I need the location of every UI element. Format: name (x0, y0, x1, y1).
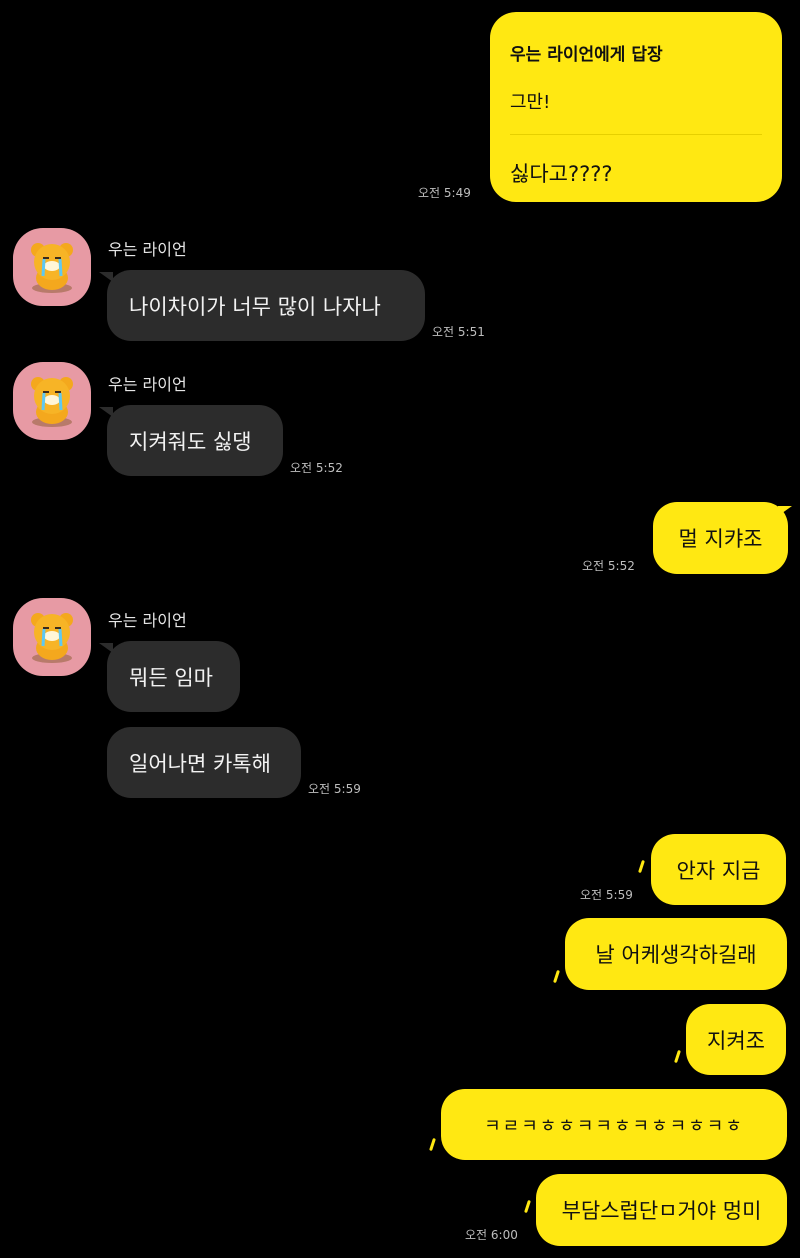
sender-name: 우는 라이언 (108, 375, 187, 394)
crying-ryan-avatar-icon[interactable] (13, 598, 91, 676)
sender-name: 우는 라이언 (108, 240, 187, 259)
sent-message-bubble[interactable]: 부담스럽단ㅁ거야 멍미 (536, 1174, 787, 1246)
doodle-mark (553, 969, 560, 984)
message-time: 오전 5:52 (290, 461, 343, 475)
sent-message-bubble[interactable]: ㅋㄹㅋㅎㅎㅋㅋㅎㅋㅎㅋㅎㅋㅎ (441, 1089, 787, 1160)
message-time: 오전 5:59 (308, 782, 361, 796)
doodle-mark (638, 859, 645, 874)
message-time: 오전 5:51 (432, 325, 485, 339)
ryan-face (31, 377, 73, 427)
sent-message-bubble[interactable]: 안자 지금 (651, 834, 786, 905)
doodle-mark (429, 1137, 436, 1152)
sent-message-bubble[interactable]: 멀 지캬조 (653, 502, 788, 574)
reply-header: 우는 라이언에게 답장 (510, 45, 663, 65)
received-message-bubble[interactable]: 뭐든 임마 (107, 641, 240, 712)
crying-ryan-avatar-icon[interactable] (13, 362, 91, 440)
received-message-bubble[interactable]: 지켜줘도 싫댕 (107, 405, 283, 476)
reply-divider (510, 134, 762, 135)
message-time: 오전 5:52 (582, 559, 635, 573)
message-text: 싫다고???? (510, 162, 613, 186)
reply-message-bubble[interactable]: 우는 라이언에게 답장 그만! 싫다고???? (490, 12, 782, 202)
message-time: 오전 5:49 (418, 186, 471, 200)
ryan-face (31, 613, 73, 663)
doodle-mark (674, 1049, 681, 1064)
crying-ryan-avatar-icon[interactable] (13, 228, 91, 306)
sent-message-bubble[interactable]: 날 어케생각하길래 (565, 918, 787, 990)
received-message-bubble[interactable]: 일어나면 카톡해 (107, 727, 301, 798)
received-message-bubble[interactable]: 나이차이가 너무 많이 나자나 (107, 270, 425, 341)
message-time: 오전 6:00 (465, 1228, 518, 1242)
message-time: 오전 5:59 (580, 888, 633, 902)
sent-message-bubble[interactable]: 지켜조 (686, 1004, 786, 1075)
ryan-face (31, 243, 73, 293)
doodle-mark (524, 1199, 531, 1214)
sender-name: 우는 라이언 (108, 611, 187, 630)
reply-quoted-text[interactable]: 그만! (510, 88, 550, 114)
